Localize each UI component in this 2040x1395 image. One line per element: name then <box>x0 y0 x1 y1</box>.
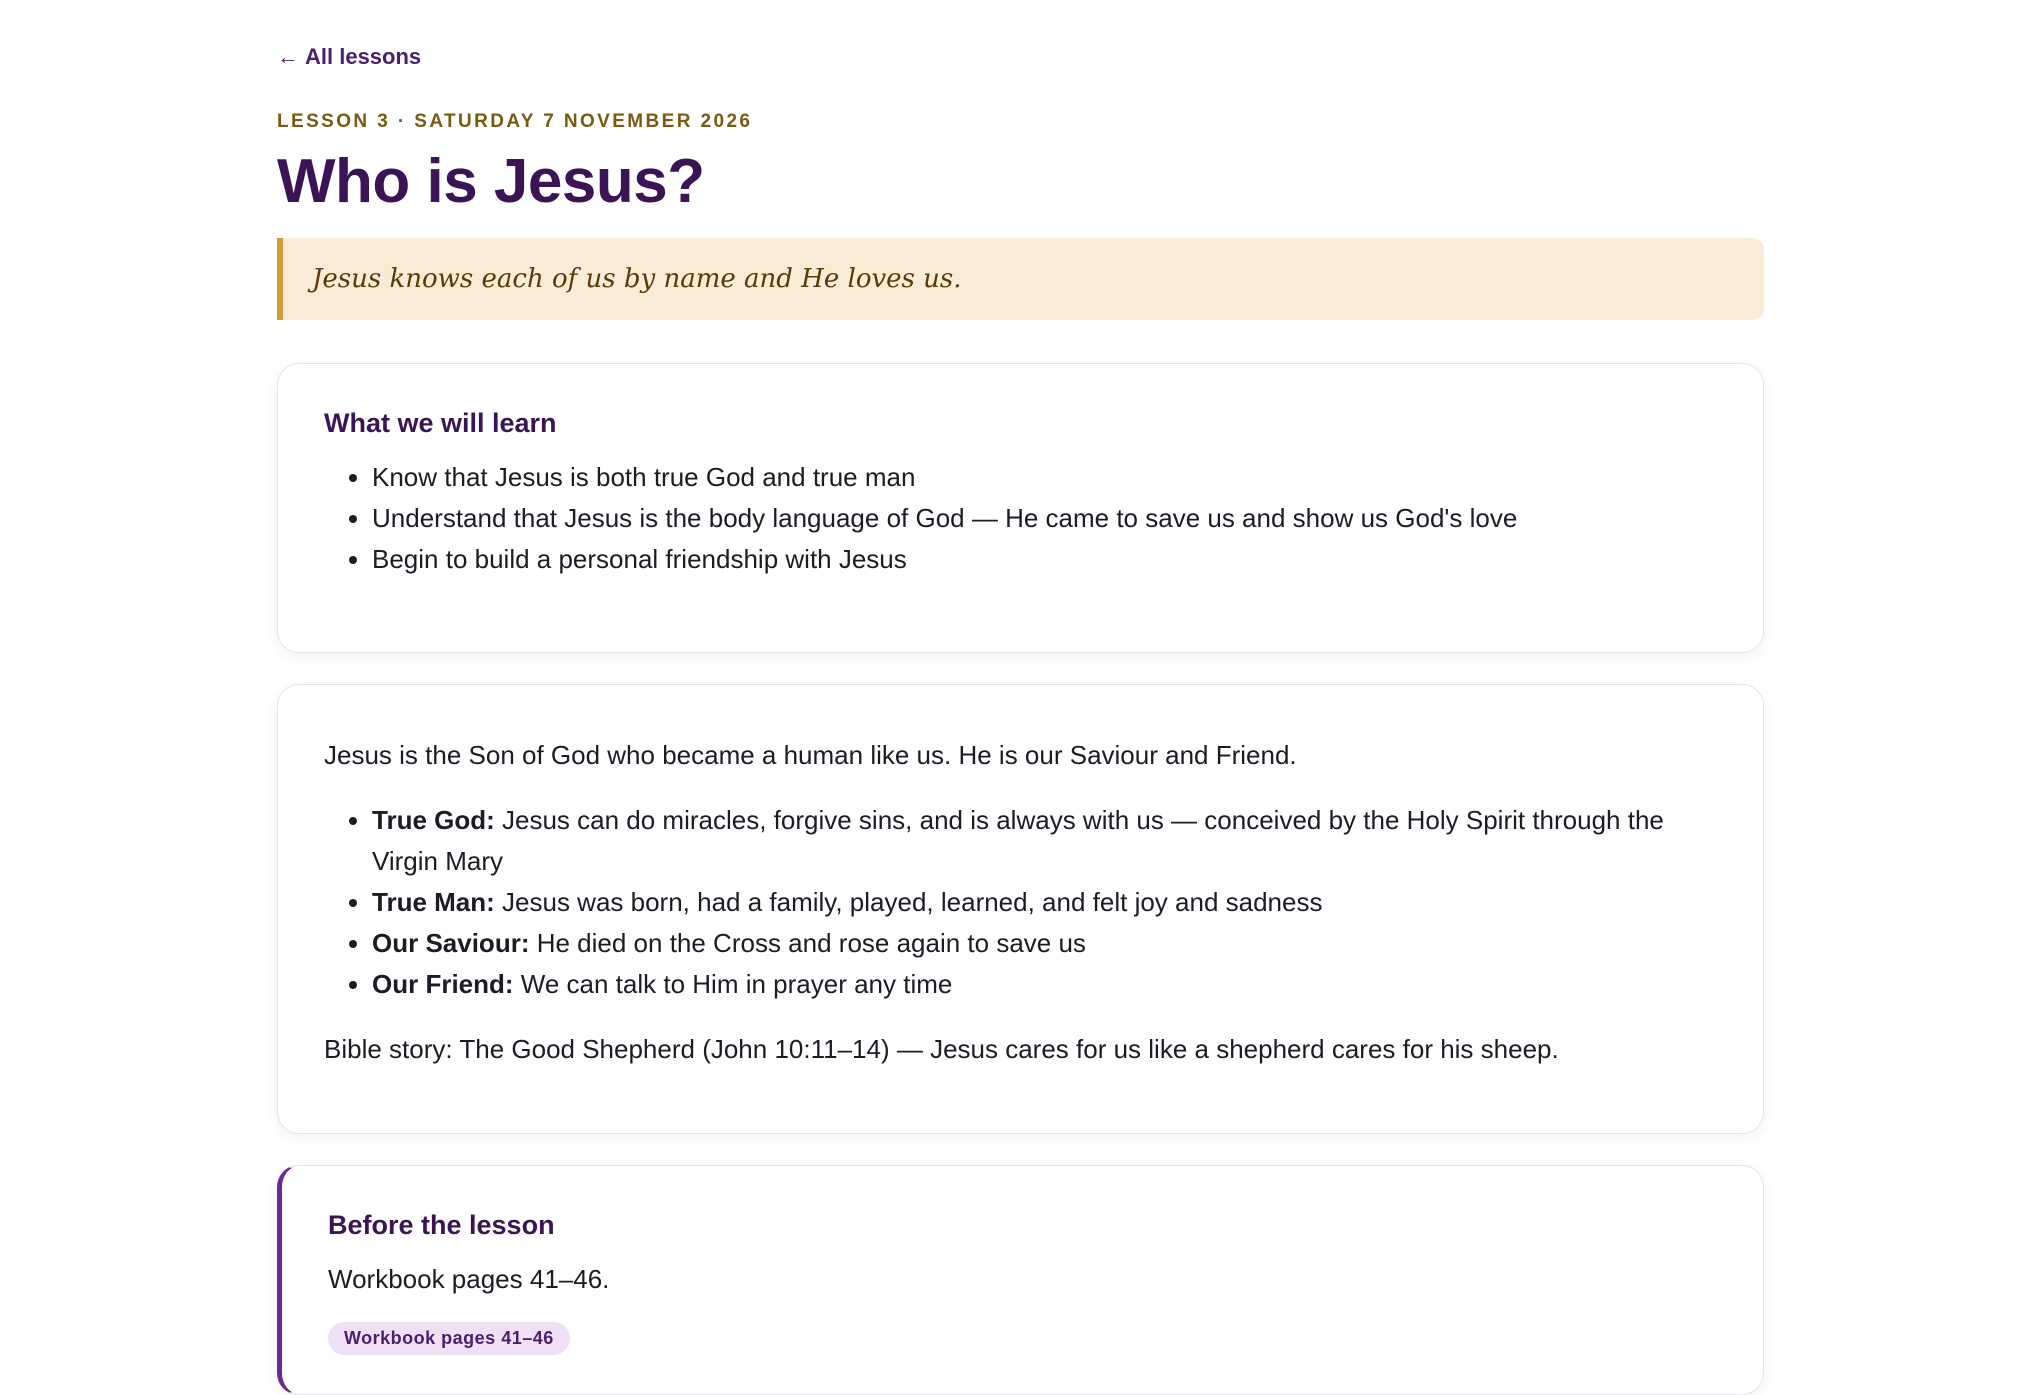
all-lessons-link[interactable]: ← All lessons <box>277 44 421 70</box>
list-item: True God: Jesus can do miracles, forgive… <box>372 800 1717 882</box>
point-text: We can talk to Him in prayer any time <box>513 969 953 999</box>
bible-story: Bible story: The Good Shepherd (John 10:… <box>324 1034 1559 1064</box>
point-term: Our Saviour: <box>372 928 530 958</box>
point-term: True Man: <box>372 887 495 917</box>
lesson-intro: Jesus is the Son of God who became a hum… <box>324 740 1297 770</box>
learning-goals-heading: What we will learn <box>324 408 557 438</box>
point-text: Jesus was born, had a family, played, le… <box>494 887 1323 917</box>
before-lesson-text: Workbook pages 41–46. <box>328 1264 610 1294</box>
list-item: True Man: Jesus was born, had a family, … <box>372 882 1717 923</box>
key-message-callout: Jesus knows each of us by name and He lo… <box>277 238 1764 320</box>
list-item: Our Saviour: He died on the Cross and ro… <box>372 923 1717 964</box>
lesson-points-list: True God: Jesus can do miracles, forgive… <box>324 800 1717 1005</box>
list-item: Understand that Jesus is the body langua… <box>372 498 1717 539</box>
point-term: Our Friend: <box>372 969 514 999</box>
lesson-content-card: Jesus is the Son of God who became a hum… <box>277 684 1764 1134</box>
point-term: True God: <box>372 805 495 835</box>
before-lesson-heading: Before the lesson <box>328 1210 555 1240</box>
workbook-pages-chip[interactable]: Workbook pages 41–46 <box>328 1322 570 1355</box>
arrow-left-icon: ← <box>277 44 299 69</box>
page-title: Who is Jesus? <box>277 147 705 216</box>
list-item: Know that Jesus is both true God and tru… <box>372 457 1717 498</box>
point-text: He died on the Cross and rose again to s… <box>529 928 1086 958</box>
list-item: Our Friend: We can talk to Him in prayer… <box>372 964 1717 1005</box>
before-lesson-card: Before the lesson Workbook pages 41–46. … <box>277 1165 1764 1395</box>
lesson-eyebrow: LESSON 3 · SATURDAY 7 NOVEMBER 2026 <box>277 111 753 132</box>
learning-goals-list: Know that Jesus is both true God and tru… <box>324 457 1717 580</box>
point-text: Jesus can do miracles, forgive sins, and… <box>372 805 1664 876</box>
list-item: Begin to build a personal friendship wit… <box>372 539 1717 580</box>
learning-goals-card: What we will learn Know that Jesus is bo… <box>277 363 1764 653</box>
all-lessons-label: All lessons <box>305 44 422 69</box>
